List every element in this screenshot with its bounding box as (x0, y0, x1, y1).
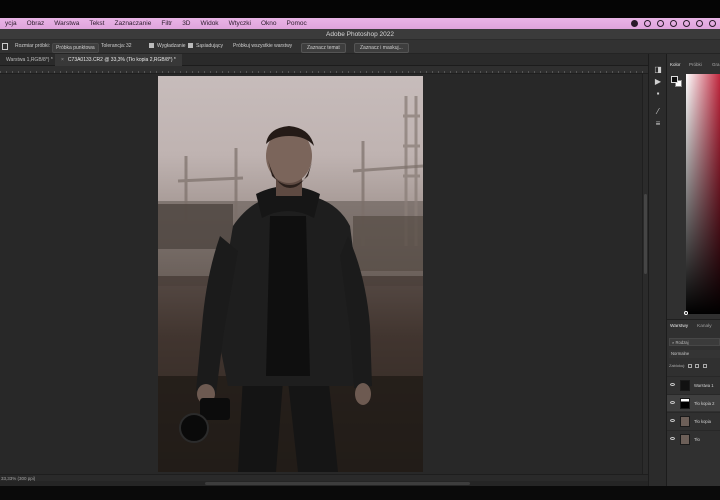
menu-filter[interactable]: Filtr (156, 20, 177, 27)
contiguous-checkbox[interactable]: Sąsiadujący (188, 43, 223, 49)
color-picker-field[interactable] (684, 74, 720, 315)
wifi-icon[interactable] (683, 20, 690, 27)
eye-icon[interactable] (670, 401, 675, 404)
check-shield-icon[interactable] (644, 20, 651, 27)
panel-divider (667, 319, 720, 320)
menu-3d[interactable]: 3D (177, 20, 195, 27)
panel-icons-column: ◨ ▶ ▪ ⁄ ≡ (648, 54, 667, 486)
menu-image[interactable]: Obraz (22, 20, 50, 27)
system-tray (631, 18, 716, 29)
layer-name: Tło kopia (694, 419, 711, 424)
antialias-checkbox[interactable]: Wygładzanie (149, 43, 186, 49)
status-bar: 33,33% (300 ppi) (0, 474, 648, 481)
tolerance-input[interactable]: 32 (126, 43, 132, 49)
lock-row: Zablokuj: (669, 363, 720, 371)
history-icon[interactable]: ◨ (654, 66, 662, 74)
menu-plugins[interactable]: Wtyczki (224, 20, 256, 27)
photo-artwork (158, 96, 423, 472)
tab-swatches[interactable]: Próbki (689, 62, 702, 67)
horizontal-ruler (0, 66, 648, 74)
fg-bg-swatches[interactable] (671, 76, 683, 88)
layer-thumbnail (680, 416, 690, 427)
lock-label: Zablokuj: (669, 363, 686, 368)
clock-icon[interactable] (670, 20, 677, 27)
cloud-icon[interactable] (657, 20, 664, 27)
sample-all-layers-checkbox[interactable]: Próbkuj wszystkie warstwy (233, 43, 292, 49)
layer-name: Tło (694, 437, 700, 442)
lock-all-icon[interactable] (702, 364, 707, 368)
layer-row[interactable]: Tło kopia (667, 412, 720, 429)
close-icon[interactable]: × (61, 57, 64, 63)
eye-icon[interactable] (670, 383, 675, 386)
tab-color[interactable]: Kolor (670, 62, 681, 67)
select-and-mask-button[interactable]: Zaznacz i maskuj... (354, 43, 409, 53)
layer-row[interactable]: Tło (667, 430, 720, 447)
photoshop-window: ycja Obraz Warstwa Tekst Zaznaczanie Fil… (0, 0, 720, 500)
tab-c73a0133[interactable]: × C73A0133.CR2 @ 33,3% (Tło kopia 2,RGB/8… (55, 54, 182, 66)
foreground-color-swatch[interactable] (671, 76, 678, 83)
layer-thumbnail (680, 380, 690, 391)
right-panels: Kolor Próbki Gra Warstwy Kanały ⌕ Rodzaj… (667, 54, 720, 486)
layer-name: Tło kopia 2 (694, 401, 715, 406)
color-picker-knob[interactable] (684, 311, 688, 315)
menu-window[interactable]: Okno (256, 20, 282, 27)
tab-gradients[interactable]: Gra (712, 62, 720, 67)
bottom-black-bar (0, 486, 720, 500)
magic-wand-icon[interactable] (2, 43, 8, 50)
app-title: Adobe Photoshop 2022 (326, 31, 394, 38)
layers-panel-tabs: Warstwy Kanały (667, 322, 720, 332)
sample-size-select[interactable]: Próbka punktowa (52, 43, 99, 53)
scroll-thumb[interactable] (205, 482, 470, 485)
menu-bar: ycja Obraz Warstwa Tekst Zaznaczanie Fil… (0, 18, 720, 29)
menu-select[interactable]: Zaznaczanie (109, 20, 156, 27)
comment-icon[interactable]: ▪ (654, 90, 662, 98)
lock-position-icon[interactable] (695, 364, 700, 368)
adjustments-icon[interactable]: ≡ (654, 120, 662, 128)
top-black-bar (0, 0, 720, 18)
select-subject-button[interactable]: Zaznacz temat (301, 43, 346, 53)
sample-size-label: Rozmiar próbki: (15, 43, 51, 49)
tab-label: Warstwa 1,RGB/8*) * (6, 57, 53, 63)
color-panel-tabs: Kolor Próbki Gra (667, 62, 720, 70)
scroll-thumb[interactable] (644, 194, 647, 274)
blend-mode-select[interactable]: Normalne (669, 350, 720, 358)
layer-name: Warstwa 1 (694, 383, 714, 388)
document-tab-bar: Warstwa 1,RGB/8*) * × C73A0133.CR2 @ 33,3… (0, 54, 648, 66)
brush-icon[interactable]: ⁄ (654, 108, 662, 116)
menu-help[interactable]: Pomoc (282, 20, 312, 27)
tolerance-label: Tolerancja: (101, 43, 126, 49)
antialias-label: Wygładzanie (157, 43, 186, 49)
document-image[interactable] (158, 76, 423, 472)
eye-icon[interactable] (670, 419, 675, 422)
tab-channels[interactable]: Kanały (697, 324, 712, 329)
menu-type[interactable]: Tekst (84, 20, 109, 27)
layer-mask-thumbnail (680, 398, 690, 409)
menu-layer[interactable]: Warstwa (49, 20, 84, 27)
record-icon[interactable] (631, 20, 638, 27)
layer-filter-select[interactable]: ⌕ Rodzaj (669, 338, 720, 346)
tab-warstwa-1[interactable]: Warstwa 1,RGB/8*) * (0, 54, 59, 66)
tab-label: C73A0133.CR2 @ 33,3% (Tło kopia 2,RGB/8*… (67, 57, 176, 63)
play-actions-icon[interactable]: ▶ (654, 78, 662, 86)
menu-edit[interactable]: ycja (0, 20, 22, 27)
filter-label: Rodzaj (675, 340, 689, 345)
layer-row[interactable]: Warstwa 1 (667, 376, 720, 393)
lock-pixels-icon[interactable] (688, 364, 693, 368)
control-center-icon[interactable] (709, 20, 716, 27)
contiguous-label: Sąsiadujący (196, 43, 223, 49)
search-icon[interactable] (696, 20, 703, 27)
app-title-bar: Adobe Photoshop 2022 (0, 29, 720, 40)
checkbox-icon (188, 43, 193, 48)
checkbox-icon (149, 43, 154, 48)
tab-layers[interactable]: Warstwy (670, 324, 688, 329)
eye-icon[interactable] (670, 437, 675, 440)
layer-thumbnail (680, 434, 690, 445)
layer-row[interactable]: Tło kopia 2 (667, 394, 720, 411)
menu-view[interactable]: Widok (196, 20, 224, 27)
options-bar: Rozmiar próbki: Próbka punktowa Toleranc… (0, 40, 720, 54)
